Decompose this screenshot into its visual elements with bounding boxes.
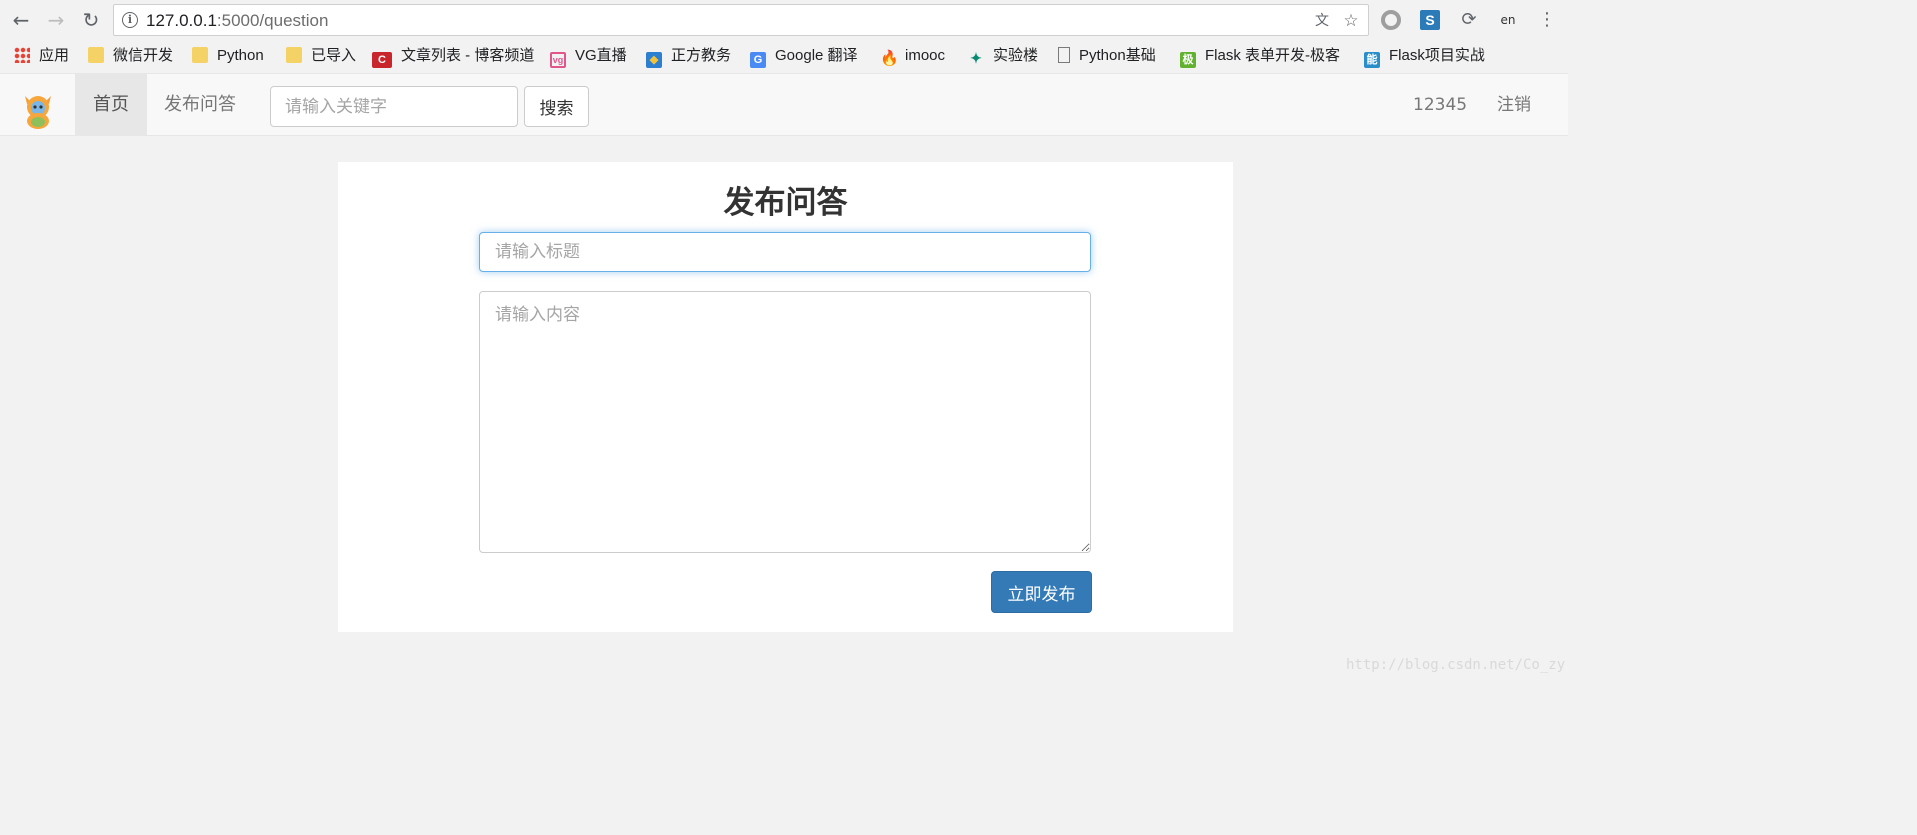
csdn-icon: C — [372, 52, 392, 68]
question-form-panel: 发布问答 立即发布 — [338, 162, 1233, 632]
svg-text:S: S — [1425, 12, 1434, 28]
bookmark-star-icon[interactable]: ☆ — [1341, 11, 1361, 31]
extension-dictionary-icon[interactable]: en — [1497, 9, 1519, 31]
imooc-icon: 🔥 — [880, 50, 899, 67]
bookmark-python[interactable]: Python — [192, 44, 264, 68]
google-translate-icon: G — [750, 52, 766, 68]
bookmark-apps[interactable]: 应用 — [14, 44, 69, 68]
bookmark-weixin[interactable]: 微信开发 — [88, 44, 173, 68]
folder-icon — [286, 47, 302, 63]
question-title-input[interactable] — [479, 232, 1091, 272]
cat-logo-icon — [25, 96, 51, 129]
search-input[interactable] — [270, 86, 518, 127]
jike-icon: 极 — [1180, 52, 1196, 68]
extension-sync-icon[interactable]: ⟳ — [1458, 9, 1480, 31]
back-icon[interactable]: ← — [9, 8, 33, 32]
browser-toolbar: ← → ↻ i 127.0.0.1:5000/question 文 ☆ S ⟳ … — [0, 0, 1568, 40]
folder-icon — [192, 47, 208, 63]
username-link[interactable]: 12345 — [1413, 74, 1467, 136]
search-button[interactable]: 搜索 — [524, 86, 589, 127]
neng-icon: 能 — [1364, 52, 1380, 68]
extension-s-icon[interactable]: S — [1419, 9, 1441, 31]
bookmark-csdn[interactable]: C 文章列表 - 博客频道 — [372, 44, 534, 68]
bookmark-google-translate[interactable]: G Google 翻译 — [750, 44, 858, 68]
question-content-textarea[interactable] — [479, 291, 1091, 553]
apps-icon — [14, 47, 30, 63]
page-title: 发布问答 — [723, 185, 848, 221]
logout-link[interactable]: 注销 — [1497, 74, 1531, 136]
shiyanlou-icon: ✦ — [970, 50, 982, 66]
menu-icon[interactable]: ⋮ — [1536, 9, 1558, 31]
bookmark-python-basics[interactable]: Python基础 — [1058, 44, 1156, 68]
site-info-icon[interactable]: i — [122, 12, 138, 28]
zf-icon: ◆ — [646, 52, 662, 68]
site-logo[interactable] — [17, 88, 59, 130]
page-icon — [1058, 47, 1070, 63]
address-bar[interactable]: i 127.0.0.1:5000/question 文 ☆ — [113, 4, 1369, 36]
bookmark-flask-project[interactable]: 能 Flask项目实战 — [1364, 44, 1485, 68]
nav-publish[interactable]: 发布问答 — [146, 74, 254, 136]
folder-icon — [88, 47, 104, 63]
bookmark-flask-forms[interactable]: 极 Flask 表单开发-极客 — [1180, 44, 1348, 68]
bookmark-imported[interactable]: 已导入 — [286, 44, 356, 68]
url-text[interactable]: 127.0.0.1:5000/question — [146, 10, 328, 32]
extension-circle-icon[interactable] — [1380, 9, 1402, 31]
watermark: http://blog.csdn.net/Co_zy — [1346, 657, 1566, 673]
bookmark-imooc[interactable]: 🔥 imooc — [880, 44, 945, 68]
bookmark-shiyanlou[interactable]: ✦ 实验楼 — [968, 44, 1038, 68]
site-navbar: 首页 发布问答 搜索 12345 注销 — [0, 73, 1568, 136]
vg-icon: vg — [550, 52, 566, 68]
reload-icon[interactable]: ↻ — [79, 8, 103, 32]
bookmark-zhengfang[interactable]: ◆ 正方教务 — [646, 44, 731, 68]
bookmarks-bar: 应用 微信开发 Python 已导入 C 文章列表 - 博客频道 vg VG直播 ◆… — [0, 40, 1568, 72]
bookmark-vg[interactable]: vg VG直播 — [550, 44, 627, 68]
publish-button[interactable]: 立即发布 — [991, 571, 1092, 613]
translate-page-icon[interactable]: 文 — [1312, 11, 1332, 31]
nav-home[interactable]: 首页 — [75, 74, 147, 136]
forward-icon[interactable]: → — [44, 8, 68, 32]
